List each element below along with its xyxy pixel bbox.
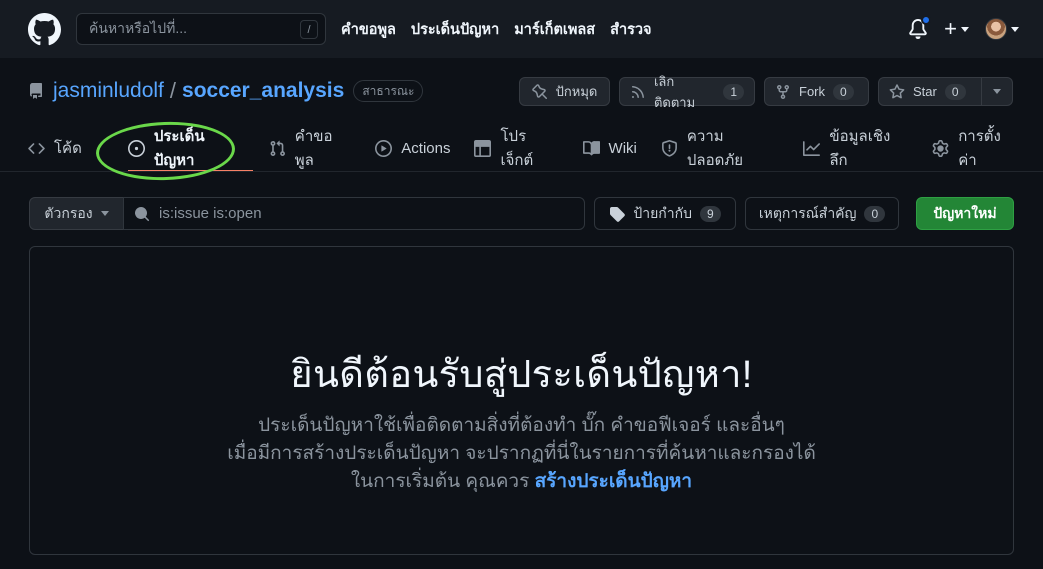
tab-security[interactable]: ความปลอดภัย (661, 126, 779, 170)
nav-pull-requests[interactable]: คำขอพูล (341, 18, 396, 41)
issues-empty-state: ยินดีต้อนรับสู่ประเด็นปัญหา! ประเด็นปัญห… (29, 246, 1014, 555)
star-icon (889, 83, 905, 98)
tab-projects-label: โปรเจ็กต์ (500, 128, 534, 169)
gear-icon (932, 139, 949, 157)
create-issue-link[interactable]: สร้างประเด็นปัญหา (535, 471, 692, 492)
tab-pull-requests-label: คำขอพูล (294, 128, 333, 169)
repo-owner-link[interactable]: jasminludolf (53, 79, 164, 103)
visibility-badge: สาธารณะ (353, 80, 424, 102)
avatar (985, 18, 1007, 40)
milestones-button[interactable]: เหตุการณ์สำคัญ 0 (745, 197, 899, 230)
milestones-label: เหตุการณ์สำคัญ (758, 204, 857, 221)
new-issue-button[interactable]: ปัญหาใหม่ (916, 197, 1014, 230)
header-actions: + (908, 0, 1019, 58)
global-nav: คำขอพูล ประเด็นปัญหา มาร์เก็ตเพลส สำรวจ (341, 0, 652, 58)
chevron-down-icon (961, 26, 969, 32)
create-new-menu[interactable]: + (944, 18, 969, 40)
issue-opened-icon (127, 139, 145, 157)
unwatch-button[interactable]: เลิกติดตาม 1 (619, 74, 755, 110)
shield-icon (661, 139, 677, 157)
plus-icon: + (944, 16, 957, 41)
empty-state-line-3-prefix: ในการเริ่มต้น คุณควร (350, 471, 530, 492)
play-icon (375, 139, 393, 157)
tab-issues-label: ประเด็นปัญหา (153, 128, 205, 169)
global-header: ค้นหาหรือไปที่... / คำขอพูล ประเด็นปัญหา… (0, 0, 1043, 58)
search-placeholder: ค้นหาหรือไปที่... (89, 20, 188, 36)
tag-icon (610, 206, 626, 222)
tabs-divider (0, 171, 1043, 172)
notifications-button[interactable] (908, 15, 932, 39)
empty-state-line-1: ประเด็นปัญหาใช้เพื่อติดตามสิ่งที่ต้องทำ … (258, 415, 785, 436)
chevron-down-icon (100, 211, 109, 216)
nav-issues[interactable]: ประเด็นปัญหา (411, 18, 499, 41)
pull-request-icon (270, 140, 285, 156)
tab-code-label: โค้ด (54, 140, 82, 157)
tab-actions-label: Actions (401, 139, 451, 157)
filters-dropdown[interactable]: ตัวกรอง (29, 197, 124, 230)
tab-pull-requests[interactable]: คำขอพูล (269, 126, 352, 170)
search-shortcut-key: / (300, 20, 318, 39)
filters-label: ตัวกรอง (44, 204, 93, 221)
chevron-down-icon (1011, 26, 1019, 32)
tab-insights[interactable]: ข้อมูลเชิงลึก (803, 126, 908, 170)
pin-label: ปักหมุด (555, 84, 598, 99)
issues-search-field[interactable] (123, 197, 585, 230)
empty-state-line-2: เมื่อมีการสร้างประเด็นปัญหา จะปรากฏที่นี… (227, 443, 816, 464)
user-menu[interactable] (985, 18, 1019, 40)
fork-label: Fork (799, 84, 825, 99)
watch-count: 1 (723, 83, 744, 100)
search-icon (135, 206, 150, 221)
repo-icon (29, 83, 42, 99)
table-icon (474, 139, 492, 157)
book-icon (582, 140, 600, 155)
repo-title: jasminludolf / soccer_analysis สาธารณะ (28, 76, 424, 106)
labels-label: ป้ายกำกับ (633, 204, 692, 221)
repo-tabs: โค้ด ประเด็นปัญหา คำขอพูล Actions โปรเจ็… (28, 126, 1043, 172)
tab-wiki[interactable]: Wiki (582, 126, 637, 170)
star-label: Star (913, 84, 937, 99)
tab-actions[interactable]: Actions (375, 126, 450, 170)
rss-icon (631, 85, 644, 98)
nav-marketplace[interactable]: มาร์เก็ตเพลส (514, 18, 595, 41)
empty-state-description: ประเด็นปัญหาใช้เพื่อติดตามสิ่งที่ต้องทำ … (227, 412, 816, 496)
chevron-down-icon (993, 89, 1001, 94)
global-search-input[interactable]: ค้นหาหรือไปที่... / (76, 13, 326, 45)
milestones-count: 0 (864, 205, 886, 222)
repo-name-link[interactable]: soccer_analysis (182, 79, 344, 103)
labels-count: 9 (699, 205, 721, 222)
tab-security-label: ความปลอดภัย (686, 128, 744, 169)
fork-button[interactable]: Fork 0 (764, 77, 869, 106)
pin-icon (531, 83, 547, 99)
star-list-dropdown[interactable] (982, 77, 1013, 106)
issues-filter-bar: ตัวกรอง ป้ายกำกับ 9 เหตุการณ์สำคัญ 0 ปัญ… (29, 197, 1014, 230)
repo-path-separator: / (169, 78, 177, 103)
fork-count: 0 (833, 83, 854, 100)
fork-icon (777, 84, 789, 99)
repo-actions: ปักหมุด เลิกติดตาม 1 Fork 0 Star 0 (519, 74, 1013, 110)
graph-icon (803, 140, 821, 156)
star-button[interactable]: Star 0 (878, 77, 982, 106)
star-count: 0 (944, 83, 966, 100)
issues-search-input[interactable] (159, 205, 559, 222)
empty-state-title: ยินดีต้อนรับสู่ประเด็นปัญหา! (290, 354, 753, 396)
nav-explore[interactable]: สำรวจ (610, 18, 651, 41)
tab-settings-label: การตั้งค่า (958, 128, 1001, 169)
tab-settings[interactable]: การตั้งค่า (932, 126, 1019, 170)
star-button-group: Star 0 (878, 77, 1013, 106)
tab-insights-label: ข้อมูลเชิงลึก (829, 128, 891, 169)
tab-wiki-label: Wiki (608, 139, 637, 157)
notification-unread-dot (921, 15, 932, 25)
labels-button[interactable]: ป้ายกำกับ 9 (594, 197, 736, 230)
unwatch-label: เลิกติดตาม (653, 73, 696, 110)
empty-state-line-3: ในการเริ่มต้น คุณควร สร้างประเด็นปัญหา (227, 468, 816, 496)
code-icon (28, 142, 45, 154)
tab-projects[interactable]: โปรเจ็กต์ (474, 126, 558, 170)
tab-code[interactable]: โค้ด (28, 126, 82, 170)
github-logo-icon[interactable] (28, 13, 61, 46)
tab-issues[interactable]: ประเด็นปัญหา (127, 126, 253, 172)
pin-button[interactable]: ปักหมุด (519, 77, 610, 106)
